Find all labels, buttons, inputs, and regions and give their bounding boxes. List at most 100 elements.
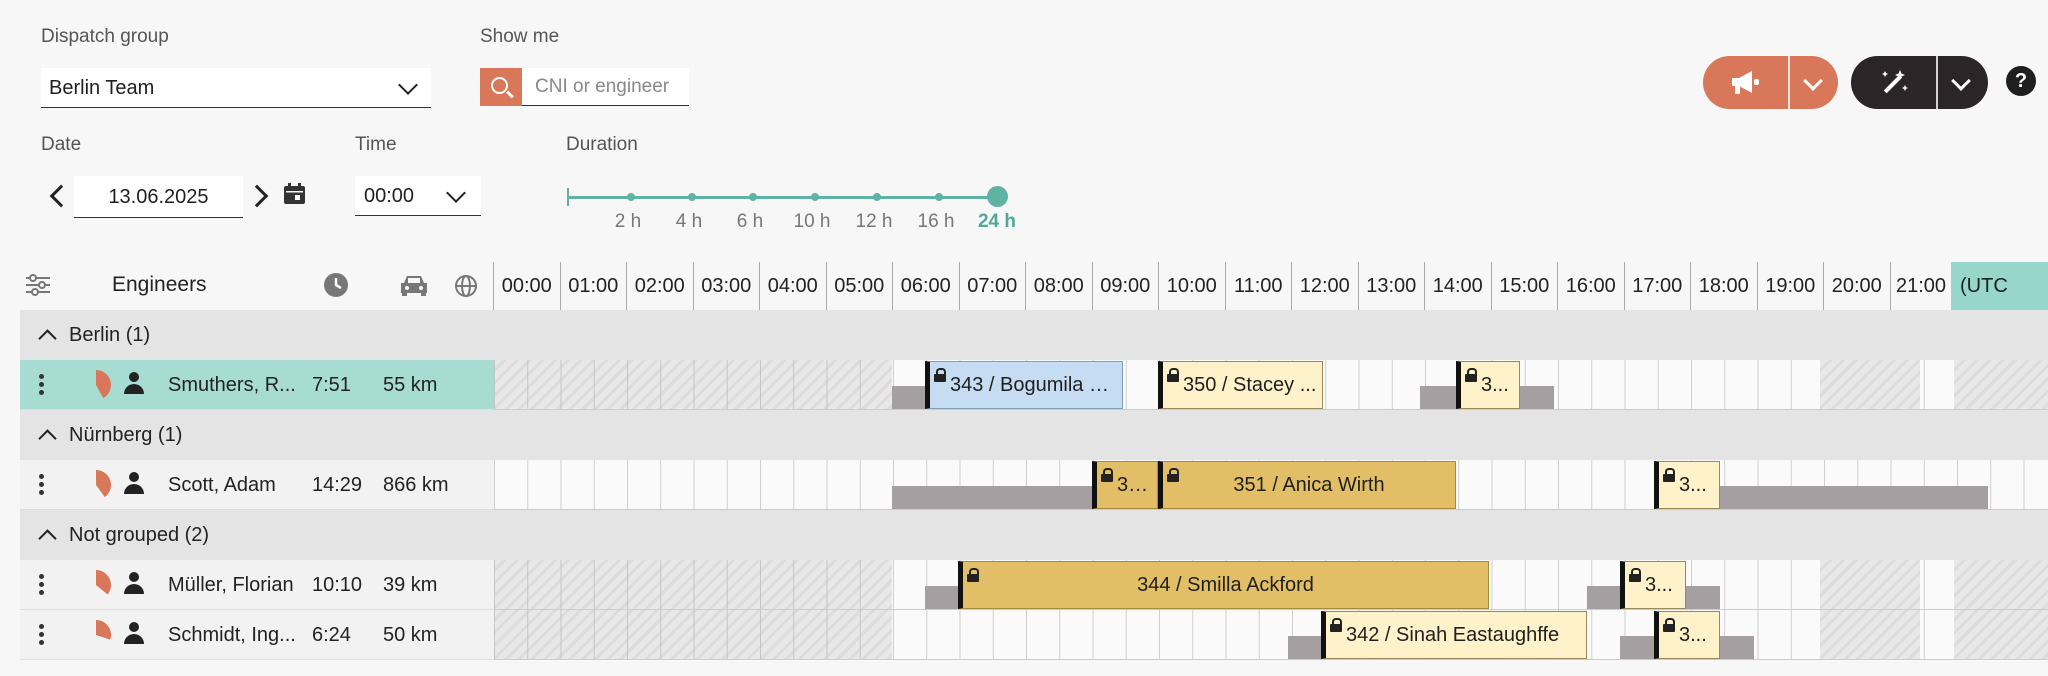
travel-block <box>1720 486 1988 509</box>
duration-tick[interactable]: 2 h <box>598 211 658 233</box>
megaphone-icon <box>1732 71 1759 94</box>
person-icon <box>124 472 144 494</box>
travel-block <box>1620 636 1654 659</box>
chevron-down-icon[interactable] <box>1951 71 1971 91</box>
travel-block <box>1720 636 1754 659</box>
duration-tick[interactable]: 10 h <box>782 211 842 233</box>
job-block[interactable]: 3... <box>1620 561 1686 609</box>
group-name: Nürnberg (1) <box>69 424 183 446</box>
engineer-distance: 866 km <box>383 474 449 496</box>
hour-header: 09:00 <box>1091 262 1159 310</box>
hour-header: 01:00 <box>559 262 627 310</box>
workload-pie-icon <box>96 370 111 399</box>
more-options-icon[interactable] <box>39 574 44 596</box>
hour-header: 04:00 <box>759 262 826 310</box>
hour-header: 16:00 <box>1557 262 1624 310</box>
auto-plan-split-button[interactable] <box>1851 56 1988 109</box>
clock-icon[interactable] <box>323 272 349 298</box>
engineer-row[interactable]: Scott, Adam 14:29 866 km <box>20 460 494 510</box>
engineer-timeline[interactable]: 344 / Smilla Ackford 3... <box>494 560 2048 610</box>
more-options-icon[interactable] <box>39 374 44 396</box>
duration-tick[interactable]: 12 h <box>844 211 904 233</box>
group-name: Berlin (1) <box>69 324 151 346</box>
more-options-icon[interactable] <box>39 624 44 646</box>
lock-icon <box>1465 368 1477 382</box>
group-row-not-grouped[interactable]: Not grouped (2) <box>20 510 2048 560</box>
chevron-down-icon <box>398 75 418 95</box>
workload-pie-icon <box>96 570 112 595</box>
duration-tick[interactable]: 16 h <box>906 211 966 233</box>
group-row-nuernberg[interactable]: Nürnberg (1) <box>20 410 2048 460</box>
duration-tick[interactable]: 6 h <box>720 211 780 233</box>
job-block[interactable]: 31... <box>1092 461 1158 509</box>
hour-header: 15:00 <box>1490 262 1558 310</box>
magic-wand-icon <box>1882 70 1908 94</box>
engineer-row[interactable]: Schmidt, Ing... 6:24 50 km <box>20 610 494 660</box>
engineer-work-time: 10:10 <box>312 574 363 596</box>
person-icon <box>124 372 144 394</box>
hour-header: 12:00 <box>1291 262 1358 310</box>
filter-sliders-icon[interactable] <box>26 274 50 296</box>
date-value: 13.06.2025 <box>108 186 209 208</box>
lock-icon <box>1629 568 1641 582</box>
engineer-distance: 50 km <box>383 624 438 646</box>
travel-block <box>1587 586 1620 609</box>
date-field[interactable]: 13.06.2025 <box>74 176 243 218</box>
search-button[interactable] <box>480 68 522 106</box>
hour-header: 08:00 <box>1025 262 1092 310</box>
job-block[interactable]: 3... <box>1654 461 1720 509</box>
globe-icon[interactable] <box>454 274 478 298</box>
hour-header: 10:00 <box>1158 262 1225 310</box>
job-block[interactable]: 342 / Sinah Eastaughffe <box>1321 611 1587 659</box>
group-row-berlin[interactable]: Berlin (1) <box>20 310 2048 360</box>
engineer-timeline[interactable]: 343 / Bogumila G... 350 / Stacey ... 3..… <box>494 360 2048 410</box>
engineer-work-time: 7:51 <box>312 374 351 396</box>
lock-icon <box>1167 368 1179 382</box>
calendar-icon[interactable] <box>283 183 306 205</box>
car-icon[interactable] <box>399 273 429 297</box>
announcement-split-button[interactable] <box>1703 56 1838 109</box>
hour-header: 14:00 <box>1424 262 1491 310</box>
lock-icon <box>1101 468 1113 482</box>
job-block[interactable]: 351 / Anica Wirth <box>1158 461 1456 509</box>
hour-header: 21:00 <box>1889 262 1952 310</box>
date-label: Date <box>41 134 82 155</box>
chevron-down-icon[interactable] <box>1803 71 1823 91</box>
engineer-row[interactable]: Müller, Florian 10:10 39 km <box>20 560 494 610</box>
engineer-row[interactable]: Smuthers, R... 7:51 55 km <box>20 360 494 410</box>
hour-header: 19:00 <box>1756 262 1824 310</box>
duration-label: Duration <box>566 134 638 155</box>
engineer-name[interactable]: Smuthers, R... <box>168 374 296 397</box>
next-date-arrow-icon[interactable] <box>245 184 269 208</box>
duration-tick-selected[interactable]: 24 h <box>967 211 1027 233</box>
job-block[interactable]: 3... <box>1654 611 1720 659</box>
job-block[interactable]: 343 / Bogumila G... <box>925 361 1123 409</box>
job-block[interactable]: 344 / Smilla Ackford <box>958 561 1489 609</box>
help-icon[interactable]: ? <box>2006 66 2036 96</box>
job-block[interactable]: 350 / Stacey ... <box>1158 361 1323 409</box>
duration-slider-handle[interactable] <box>987 186 1008 207</box>
time-select[interactable]: 00:00 <box>355 176 481 216</box>
lock-icon <box>1663 468 1675 482</box>
lock-icon <box>1663 618 1675 632</box>
job-block[interactable]: 3... <box>1456 361 1520 409</box>
person-icon <box>124 572 144 594</box>
engineer-name[interactable]: Müller, Florian <box>168 574 294 597</box>
engineers-column-header[interactable]: Engineers <box>112 273 207 297</box>
more-options-icon[interactable] <box>39 474 44 496</box>
workload-pie-icon <box>96 620 112 640</box>
engineer-timeline[interactable]: 342 / Sinah Eastaughffe 3... <box>494 610 2048 660</box>
hour-header: 00:00 <box>493 262 560 310</box>
duration-tick[interactable]: 4 h <box>659 211 719 233</box>
engineer-name[interactable]: Scott, Adam <box>168 474 276 497</box>
dispatch-group-select[interactable]: Berlin Team <box>41 68 431 108</box>
prev-date-arrow-icon[interactable] <box>49 184 73 208</box>
engineer-timeline[interactable]: 31... 351 / Anica Wirth 3... <box>494 460 2048 510</box>
hour-header: 02:00 <box>626 262 693 310</box>
group-name: Not grouped (2) <box>69 524 210 546</box>
chevron-up-icon <box>38 429 57 448</box>
dispatch-group-label: Dispatch group <box>41 26 169 47</box>
search-input[interactable] <box>522 68 689 106</box>
lock-icon <box>934 368 946 382</box>
engineer-name[interactable]: Schmidt, Ing... <box>168 624 296 647</box>
